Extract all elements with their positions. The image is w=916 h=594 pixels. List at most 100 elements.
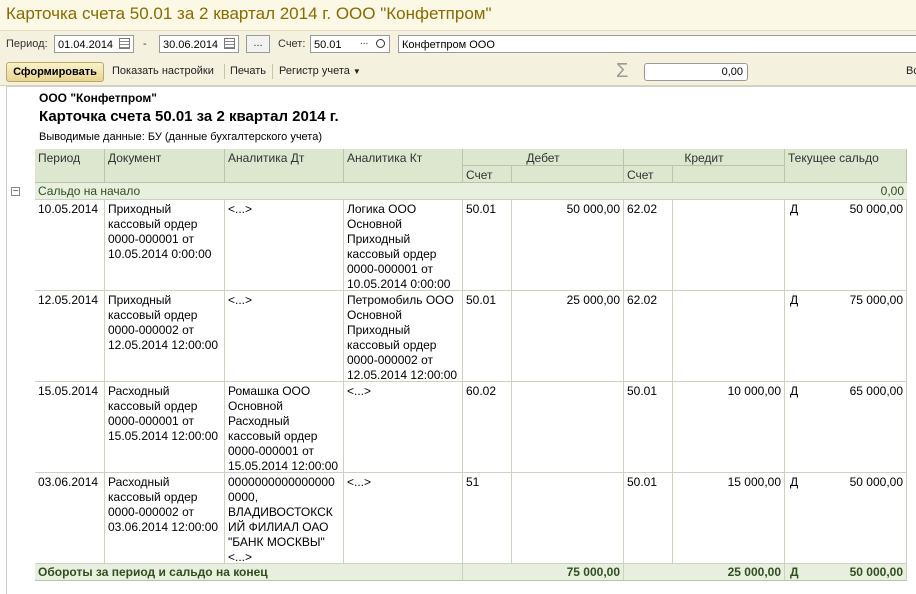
- row-debit-amount: 25 000,00: [512, 291, 624, 382]
- col-header-period: Период: [35, 149, 105, 183]
- output-data-label: Выводимые данные: БУ (данные бухгалтерск…: [39, 131, 322, 143]
- row-debit-amount: [512, 473, 624, 564]
- col-header-analytics-dt: Аналитика Дт: [225, 149, 344, 183]
- totals-credit: 25 000,00: [727, 565, 781, 579]
- search-icon[interactable]: [376, 39, 385, 48]
- totals-debit-cell: 75 000,00: [463, 564, 624, 581]
- row-balance-amount: 50 000,00: [849, 475, 903, 489]
- window-title: Карточка счета 50.01 за 2 квартал 2014 г…: [6, 4, 492, 23]
- row-credit-amount: [673, 291, 785, 382]
- totals-debit: 75 000,00: [566, 565, 620, 579]
- col-header-analytics-kt: Аналитика Кт: [344, 149, 463, 183]
- col-header-credit-account: Счет: [624, 166, 673, 183]
- totals-side: Д: [790, 565, 799, 579]
- col-header-debit-amount: [512, 166, 624, 183]
- row-debit-account: 51: [463, 473, 512, 564]
- row-analytics-kt: Логика ООО Основной Приходный кассовый о…: [344, 200, 463, 291]
- row-date: 10.05.2014: [35, 200, 105, 291]
- col-header-credit: Кредит: [624, 149, 785, 166]
- row-balance-side: Д: [790, 202, 799, 216]
- col-header-debit-account: Счет: [463, 166, 512, 183]
- calendar-icon[interactable]: [224, 38, 235, 49]
- row-credit-account: 50.01: [624, 382, 673, 473]
- period-dash: -: [143, 38, 147, 50]
- row-balance-side: Д: [790, 384, 799, 398]
- col-header-debit: Дебет: [463, 149, 624, 166]
- totals-label-cell: Обороты за период и сальдо на конец: [35, 564, 463, 581]
- row-balance-side: Д: [790, 475, 799, 489]
- col-header-credit-amount: [673, 166, 785, 183]
- row-analytics-dt: <...>: [225, 291, 344, 382]
- calendar-icon[interactable]: [119, 38, 130, 49]
- report-organization: ООО "Конфетпром": [39, 91, 157, 105]
- register-label: Регистр учета: [279, 65, 350, 77]
- account-value: 50.01: [314, 39, 342, 51]
- row-debit-amount: 50 000,00: [512, 200, 624, 291]
- opening-balance-label: Сальдо на начало: [38, 184, 141, 198]
- row-debit-account: 50.01: [463, 200, 512, 291]
- col-header-balance: Текущее сальдо: [785, 149, 907, 183]
- print-button[interactable]: Печать: [230, 65, 266, 77]
- col-header-document: Документ: [105, 149, 225, 183]
- totals-balance: 50 000,00: [849, 565, 903, 579]
- row-date: 15.05.2014: [35, 382, 105, 473]
- opening-balance-value: 0,00: [880, 184, 904, 198]
- report-gutter: [7, 87, 35, 594]
- row-balance: Д 65 000,00: [785, 382, 907, 473]
- row-document[interactable]: Приходный кассовый ордер 0000-000001 от …: [105, 200, 225, 291]
- toolbar-divider: [272, 64, 273, 79]
- row-balance-side: Д: [790, 293, 799, 307]
- row-balance-amount: 50 000,00: [849, 202, 903, 216]
- organization-value: Конфетпром ООО: [402, 39, 495, 51]
- parameters-panel: Период: 01.04.2014 - 30.06.2014 ... Счет…: [0, 30, 916, 59]
- row-date: 12.05.2014: [35, 291, 105, 382]
- sigma-icon[interactable]: Σ: [616, 60, 628, 83]
- row-date: 03.06.2014: [35, 473, 105, 564]
- row-document[interactable]: Приходный кассовый ордер 0000-000002 от …: [105, 291, 225, 382]
- dropdown-arrow-icon: ▼: [352, 67, 361, 76]
- row-analytics-dt: Ромашка ООО Основной Расходный кассовый …: [225, 382, 344, 473]
- date-from-value: 01.04.2014: [58, 39, 114, 51]
- register-button[interactable]: Регистр учета ▼: [279, 65, 361, 77]
- row-balance-amount: 65 000,00: [849, 384, 903, 398]
- row-credit-amount: 10 000,00: [673, 382, 785, 473]
- row-balance: Д 50 000,00: [785, 200, 907, 291]
- row-analytics-dt: <...>: [225, 200, 344, 291]
- report-area[interactable]: − ООО "Конфетпром" Карточка счета 50.01 …: [6, 86, 916, 594]
- row-balance: Д 75 000,00: [785, 291, 907, 382]
- row-balance: Д 50 000,00: [785, 473, 907, 564]
- report-title: Карточка счета 50.01 за 2 квартал 2014 г…: [39, 108, 339, 125]
- row-analytics-kt: <...>: [344, 473, 463, 564]
- dots-icon[interactable]: ...: [360, 36, 368, 47]
- toolbar-cut-label[interactable]: Вс: [906, 65, 916, 77]
- row-analytics-dt: 0000000000000000 0000, ВЛАДИВОСТОКСК ИЙ …: [225, 473, 344, 564]
- period-select-button[interactable]: ...: [246, 35, 270, 53]
- totals-credit-cell: 25 000,00: [624, 564, 785, 581]
- organization-field[interactable]: Конфетпром ООО: [398, 35, 916, 53]
- row-credit-amount: 15 000,00: [673, 473, 785, 564]
- row-balance-amount: 75 000,00: [849, 293, 903, 307]
- row-credit-account: 50.01: [624, 473, 673, 564]
- sum-field: 0,00: [644, 63, 748, 81]
- row-credit-amount: [673, 200, 785, 291]
- date-to-value: 30.06.2014: [163, 39, 219, 51]
- row-document[interactable]: Расходный кассовый ордер 0000-000002 от …: [105, 473, 225, 564]
- account-label: Счет:: [278, 38, 306, 50]
- period-label: Период:: [6, 38, 48, 50]
- row-analytics-kt: <...>: [344, 382, 463, 473]
- row-credit-account: 62.02: [624, 200, 673, 291]
- title-bar: Карточка счета 50.01 за 2 квартал 2014 г…: [0, 0, 916, 30]
- row-debit-amount: [512, 382, 624, 473]
- row-analytics-kt: Петромобиль ООО Основной Приходный кассо…: [344, 291, 463, 382]
- generate-button[interactable]: Сформировать: [6, 62, 104, 82]
- totals-label: Обороты за период и сальдо на конец: [38, 565, 268, 579]
- row-credit-account: 62.02: [624, 291, 673, 382]
- toolbar: Сформировать Показать настройки Печать Р…: [0, 59, 916, 86]
- collapse-group-icon[interactable]: −: [11, 187, 20, 197]
- row-debit-account: 60.02: [463, 382, 512, 473]
- row-document[interactable]: Расходный кассовый ордер 0000-000001 от …: [105, 382, 225, 473]
- totals-balance-cell: Д 50 000,00: [785, 564, 907, 581]
- show-settings-button[interactable]: Показать настройки: [112, 65, 214, 77]
- opening-balance-row: Сальдо на начало 0,00: [35, 183, 907, 200]
- toolbar-divider: [224, 64, 225, 79]
